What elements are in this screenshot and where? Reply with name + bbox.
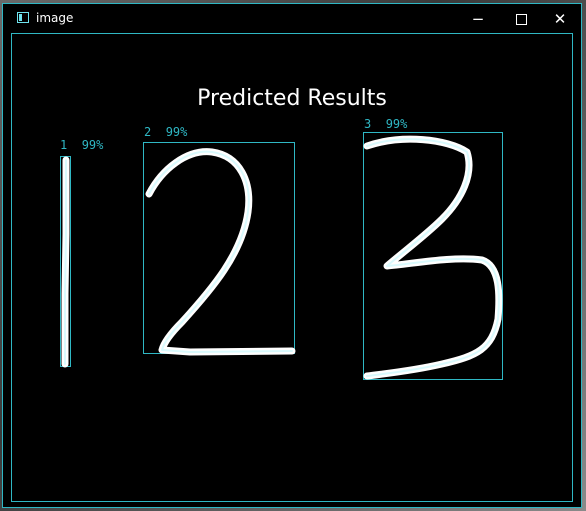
close-button[interactable]: ✕: [540, 6, 580, 32]
handwritten-digits: [61, 135, 503, 380]
image-canvas: Predicted Results 1 99% 2 99% 3 99%: [11, 33, 573, 502]
image-window: image − ✕ Predicted Results 1 99% 2 99% …: [2, 3, 582, 508]
window-title: image: [36, 11, 74, 25]
app-icon: [17, 12, 29, 23]
title-bar[interactable]: image − ✕: [3, 4, 581, 32]
maximize-icon: [515, 14, 527, 25]
handwritten-digit-2: [145, 148, 296, 356]
handwritten-digit-3: [363, 135, 503, 380]
maximize-button[interactable]: [501, 6, 541, 32]
minimize-button[interactable]: −: [458, 6, 498, 32]
